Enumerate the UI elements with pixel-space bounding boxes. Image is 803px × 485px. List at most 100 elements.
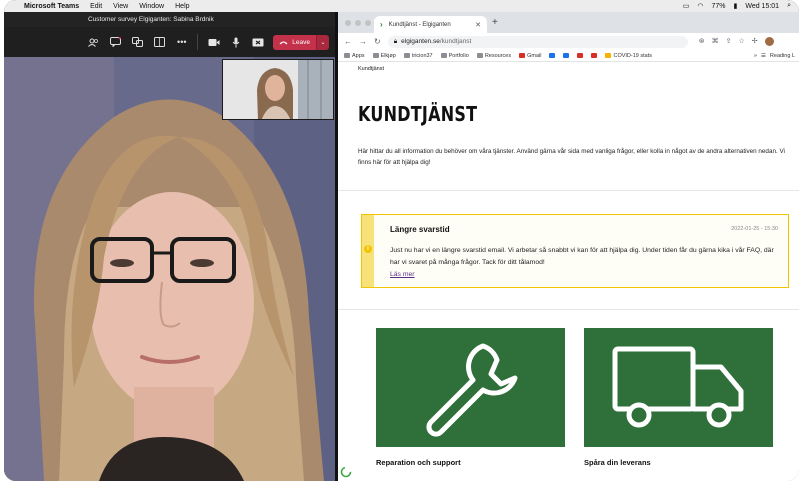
loading-spinner-icon (340, 466, 352, 478)
address-toolbar: ← → ↻ 🔒︎ elgiganten.se/kundtjanst ⊛ ⌘ ⇪ … (338, 33, 799, 50)
bookmark-label: Apps (352, 52, 365, 59)
bookmark-icon-4[interactable] (591, 53, 598, 58)
share-icon[interactable]: ⇪ (726, 37, 732, 46)
card-repair-support[interactable] (376, 328, 565, 447)
minimize-window-icon[interactable] (355, 20, 361, 26)
spotlight-search-icon[interactable]: ⌕ (787, 2, 791, 10)
breadcrumb[interactable]: Kundtjänst (358, 66, 384, 72)
share-screen-icon[interactable] (251, 36, 264, 49)
forward-arrow-icon[interactable]: → (359, 37, 367, 46)
menubar-app-name[interactable]: Microsoft Teams (24, 3, 79, 10)
notice-body: Just nu har vi en längre svarstid email.… (390, 247, 774, 266)
search-engine-icon[interactable]: ⊛ (699, 37, 705, 46)
maximize-window-icon[interactable] (365, 20, 371, 26)
reactions-icon[interactable] (131, 36, 144, 49)
bookmark-covid[interactable]: COVID-19 stats (605, 53, 652, 59)
close-window-icon[interactable] (345, 20, 351, 26)
tab-kundtjanst[interactable]: › Kundtjänst - Elgiganten ✕ (374, 16, 487, 33)
address-actions: ⊛ ⌘ ⇪ ☆ ✢ (699, 37, 774, 46)
leave-label: Leave (292, 38, 310, 46)
menubar-window[interactable]: Window (139, 3, 164, 10)
bookmark-label: COVID-19 stats (613, 52, 652, 59)
wifi-icon[interactable]: ◠ (697, 2, 703, 10)
mac-menubar: Microsoft Teams Edit View Window Help ▭ … (4, 0, 799, 12)
back-arrow-icon[interactable]: ← (344, 37, 352, 46)
notice-date: 2022-01-25 - 15:30 (731, 226, 778, 232)
reading-list[interactable]: » ☰ Reading L (754, 53, 799, 59)
bookmark-tricion37[interactable]: tricion37 (403, 53, 433, 59)
menubar-edit[interactable]: Edit (90, 3, 102, 10)
page-intro: Här hittar du all information du behöver… (358, 148, 785, 166)
url-domain: elgiganten.se (401, 38, 440, 45)
read-more-link[interactable]: Läs mer (390, 271, 415, 278)
bookmark-label: Portfolio (448, 52, 469, 59)
microphone-icon[interactable] (229, 36, 242, 49)
extensions-puzzle-icon[interactable]: ✢ (752, 37, 758, 46)
leave-options-chevron-icon[interactable]: ⌄ (316, 34, 329, 50)
section-divider (338, 309, 799, 310)
profile-avatar[interactable] (764, 37, 774, 46)
more-options-icon[interactable]: ••• (175, 36, 188, 49)
card-track-delivery[interactable] (584, 328, 773, 447)
info-icon: i (364, 245, 372, 253)
bookmark-icon-1[interactable] (549, 53, 556, 58)
self-view-video[interactable] (222, 59, 334, 120)
translate-icon[interactable]: ⌘ (712, 37, 719, 46)
notice-title: Längre svarstid (390, 225, 450, 234)
youtube-icon (577, 53, 584, 58)
bookmark-icon-2[interactable] (563, 53, 570, 58)
close-tab-icon[interactable]: ✕ (475, 21, 481, 29)
bookmark-apps[interactable]: Apps (344, 53, 365, 59)
address-bar[interactable]: 🔒︎ elgiganten.se/kundtjanst (387, 35, 688, 48)
leave-button[interactable]: Leave ⌄ (273, 34, 329, 50)
bookmark-portfolio[interactable]: Portfolio (440, 52, 469, 59)
participants-icon[interactable] (87, 36, 100, 49)
chat-icon[interactable] (109, 36, 122, 49)
bookmark-resources[interactable]: Resources (476, 52, 512, 59)
participant-video-image (4, 57, 335, 481)
wrench-icon (425, 343, 517, 437)
reading-list-icon: ☰ (760, 52, 766, 59)
chevron-right-icon: » (753, 52, 757, 59)
page-content: Kundtjänst KUNDTJÄNST Här hittar du all … (338, 62, 799, 481)
teams-meeting-toolbar: ••• Leave ⌄ (4, 27, 335, 57)
screen-mirror-icon[interactable]: ▭ (683, 2, 690, 10)
lock-icon: 🔒︎ (393, 37, 398, 45)
bookmark-star-icon[interactable]: ☆ (738, 37, 744, 46)
card-track-delivery-label[interactable]: Spåra din leverans (584, 458, 651, 467)
rooms-icon[interactable] (153, 36, 166, 49)
stats-icon (605, 53, 612, 58)
bookmark-label: Elkjøp (380, 52, 396, 59)
window-controls (345, 20, 371, 26)
camera-icon[interactable] (207, 36, 220, 49)
menubar-help[interactable]: Help (175, 3, 189, 10)
battery-icon: ▮ (733, 3, 738, 10)
new-tab-plus-icon[interactable]: + (492, 17, 498, 28)
folder-icon (403, 53, 410, 58)
reload-icon[interactable]: ↻ (374, 37, 381, 46)
truck-icon (612, 346, 743, 427)
card-repair-support-label[interactable]: Reparation och support (376, 458, 461, 467)
folder-icon (440, 53, 447, 58)
reading-list-label: Reading L (769, 52, 795, 59)
folder-icon (476, 53, 483, 58)
menubar-view[interactable]: View (113, 3, 128, 10)
bookmark-elkjop[interactable]: Elkjøp (372, 52, 396, 59)
site-icon (549, 53, 556, 58)
menubar-status: ▭ ◠ 77% ▮ Wed 15:01 ⌕ (683, 0, 791, 12)
notice-box: i Längre svarstid 2022-01-25 - 15:30 Jus… (361, 214, 789, 288)
tab-strip: › Kundtjänst - Elgiganten ✕ + (338, 12, 799, 33)
browser-window: › Kundtjänst - Elgiganten ✕ + ← → ↻ 🔒︎ e… (338, 12, 799, 481)
self-view-image (223, 60, 333, 119)
bookmark-label: Resources (484, 52, 512, 59)
toolbar-separator (197, 34, 199, 50)
leave-button-main[interactable]: Leave (273, 34, 316, 50)
folder-icon (372, 53, 379, 58)
bookmark-icon-3[interactable] (577, 53, 584, 58)
menubar-clock[interactable]: Wed 15:01 (745, 3, 779, 10)
bookmark-gmail[interactable]: Gmail (519, 53, 541, 59)
gmail-icon (519, 53, 526, 58)
battery-level[interactable]: 77% (711, 3, 725, 10)
apps-grid-icon (344, 53, 350, 58)
participant-video (4, 57, 335, 481)
